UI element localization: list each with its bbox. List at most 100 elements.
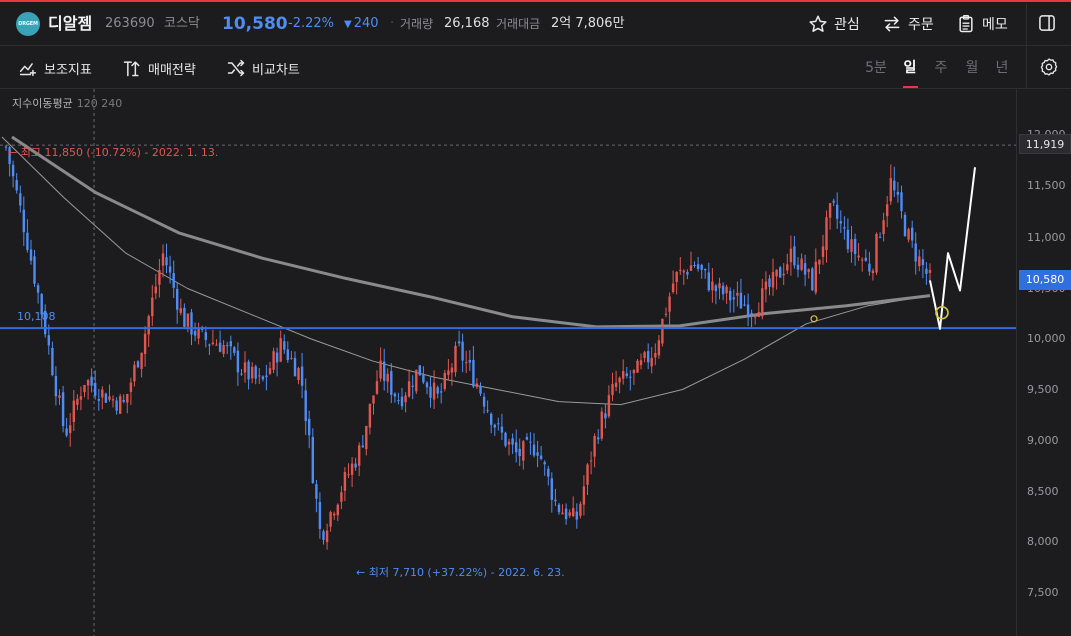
memo-icon [959, 14, 973, 33]
candle-body [764, 281, 768, 290]
compare-chart-button[interactable]: 비교차트 [226, 56, 300, 80]
candle-body [497, 423, 500, 425]
candle-body [83, 385, 86, 393]
stock-logo: DRGEM [16, 12, 40, 36]
updown-arrows-icon [123, 61, 140, 77]
candle-body [304, 390, 307, 422]
candle-body [176, 289, 179, 310]
candle-body [472, 359, 475, 387]
stock-code: 263690 [105, 16, 155, 31]
candle-body [397, 400, 400, 402]
candle-body [129, 382, 133, 392]
strategy-button[interactable]: 매매전략 [122, 56, 196, 80]
candle-body [579, 503, 582, 516]
candle-body [868, 263, 871, 272]
price-chart[interactable]: 지수이동평균 120 240 ← 최고 11,850 (-10.72%) - 20… [0, 89, 1071, 636]
candle-body [693, 265, 696, 266]
candle-body [208, 344, 211, 346]
favorite-button[interactable]: 관심 [808, 10, 860, 38]
candle-body [379, 360, 382, 379]
order-button[interactable]: 주문 [882, 10, 934, 38]
candle-body [19, 193, 22, 206]
candle-body [204, 332, 207, 341]
candle-body [750, 312, 753, 315]
candle-body [183, 307, 186, 327]
candle-body [714, 285, 718, 292]
candle-body [779, 267, 782, 278]
candle-body [828, 203, 832, 218]
candle-body [193, 330, 197, 336]
candle-body [133, 364, 136, 382]
candle-body [468, 360, 471, 363]
candle-body [347, 474, 350, 476]
current-price: 10,580 [222, 14, 288, 34]
shuffle-icon [227, 59, 245, 77]
candle-body [800, 258, 803, 270]
current-price-tag: 10,580 [1019, 270, 1071, 290]
candle-body [486, 410, 489, 412]
candle-body [350, 463, 354, 475]
candle-body [336, 504, 339, 516]
candle-body [568, 512, 571, 516]
candle-body [647, 351, 650, 363]
ma-legend-title: 지수이동평균 [12, 97, 73, 110]
candle-body [283, 341, 286, 350]
candle-body [525, 437, 529, 440]
candle-body [479, 385, 482, 394]
candle-body [151, 297, 154, 317]
candle-body [218, 342, 222, 352]
candle-body [554, 499, 557, 502]
candle-body [297, 368, 300, 380]
candle-body [846, 229, 850, 250]
header-divider [1026, 4, 1027, 48]
signal-marker-small [810, 315, 818, 323]
candle-body [564, 508, 568, 520]
candle-body [775, 269, 778, 277]
candle-body [311, 437, 314, 483]
candle-body [404, 395, 407, 403]
candle-body [190, 312, 193, 335]
change-amount: ▼ 240 [344, 2, 379, 46]
candle-body [365, 425, 368, 450]
candle-body [771, 272, 775, 288]
active-period-indicator [903, 86, 918, 88]
candle-body [94, 383, 97, 396]
candle-body [11, 164, 15, 177]
candle-body [29, 249, 33, 261]
candle-body [172, 273, 175, 288]
stock-header: DRGEM 디알젬 263690 코스닥 10,580 -2.22% ▼ 240 … [0, 2, 1071, 46]
period-year[interactable]: 년 [990, 56, 1014, 80]
indicator-button[interactable]: 보조지표 [18, 56, 92, 80]
candle-body [793, 246, 796, 266]
candle-body [786, 264, 789, 271]
period-week[interactable]: 주 [929, 56, 953, 80]
candle-body [436, 387, 439, 394]
period-5min[interactable]: 5분 [863, 56, 889, 80]
y-tick: 11,500 [1027, 179, 1066, 192]
period-day[interactable]: 일 [898, 56, 922, 80]
candle-body [293, 357, 297, 377]
candle-body [782, 273, 785, 276]
candle-body [475, 383, 479, 388]
candle-body [47, 335, 50, 346]
memo-button[interactable]: 메모 [956, 10, 1008, 38]
candle-body [383, 361, 386, 381]
stock-name: 디알젬 [48, 14, 93, 33]
candle-body [921, 259, 925, 266]
candle-body [757, 312, 760, 317]
candle-body [818, 259, 821, 265]
period-month[interactable]: 월 [960, 56, 984, 80]
candle-body [161, 253, 165, 266]
candle-body [411, 385, 414, 387]
candle-body [226, 345, 229, 347]
side-panel-button[interactable] [1037, 13, 1057, 33]
candle-body [22, 209, 25, 233]
candle-body [26, 232, 29, 250]
candle-body [604, 413, 607, 419]
candle-body [72, 400, 75, 422]
candle-body [229, 341, 232, 347]
candle-body [15, 180, 18, 191]
y-tick: 7,500 [1027, 586, 1059, 599]
price-axis: 12,000 11,500 11,000 10,500 10,000 9,500… [1016, 89, 1071, 636]
chart-settings-button[interactable] [1039, 57, 1059, 77]
